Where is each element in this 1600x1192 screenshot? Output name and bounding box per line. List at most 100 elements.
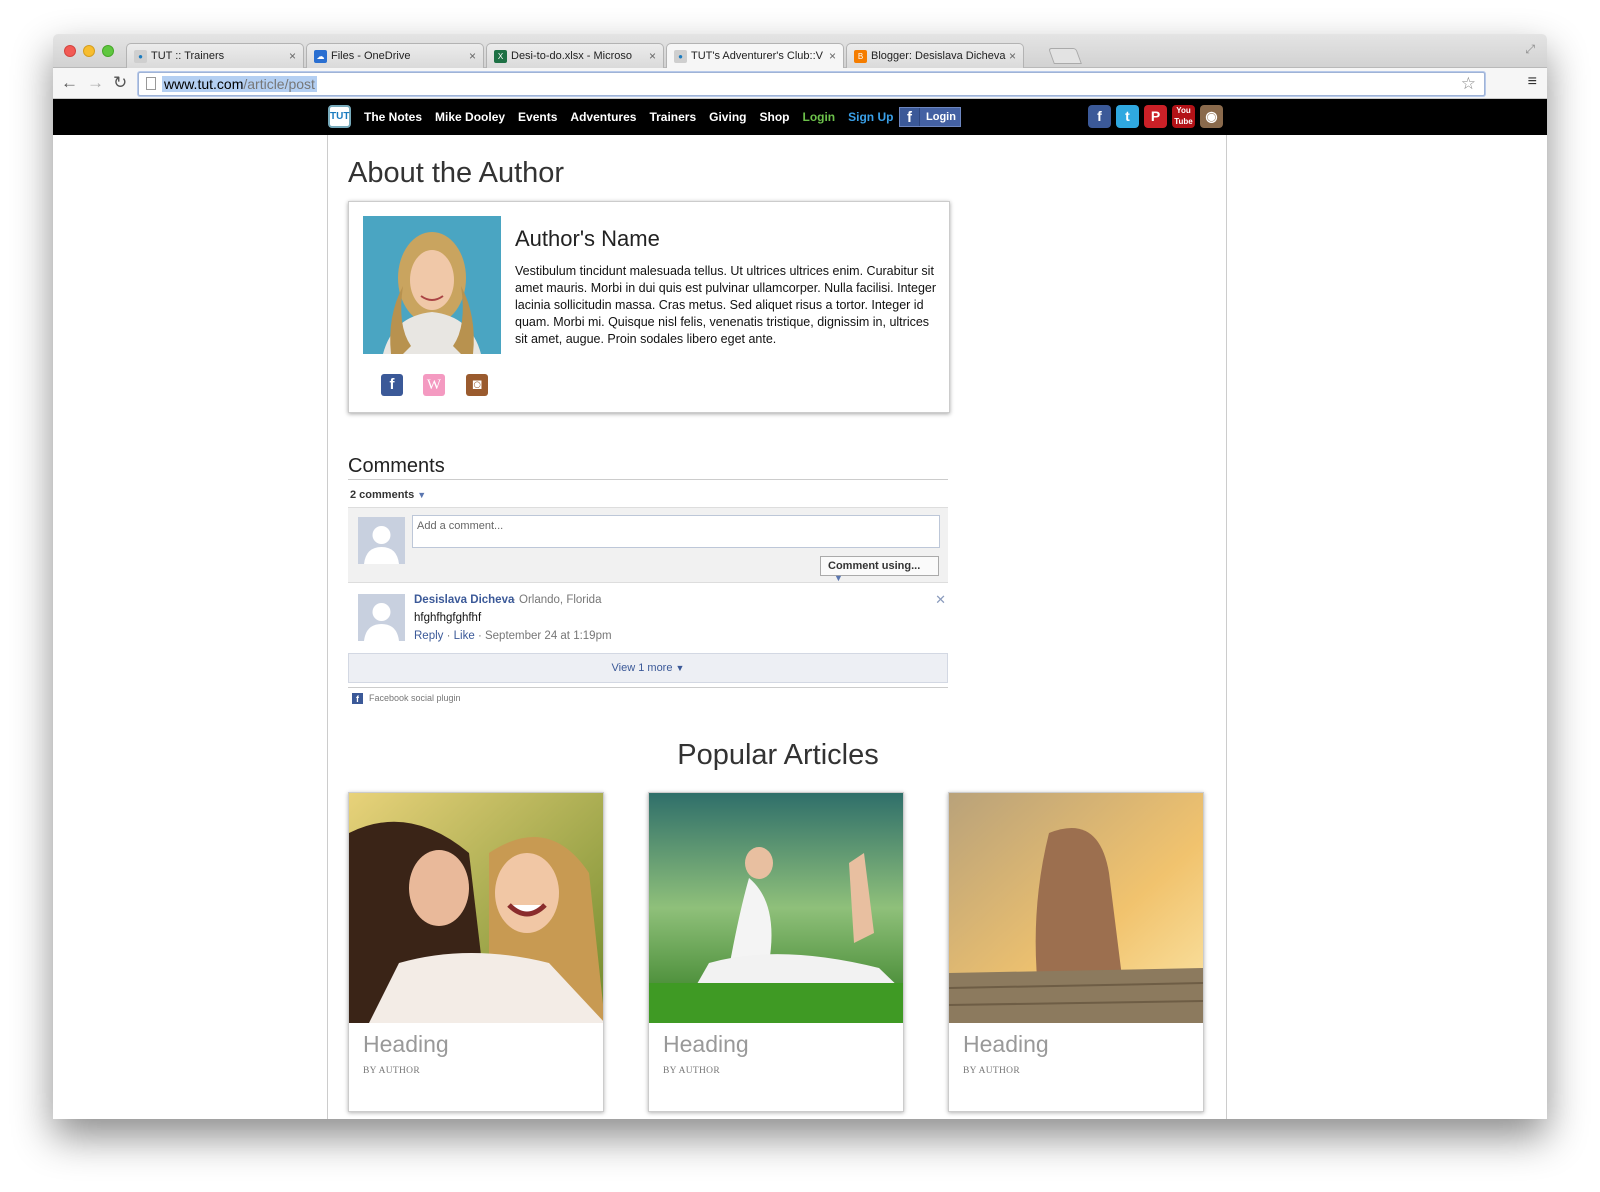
nav-events[interactable]: Events	[518, 110, 557, 124]
comment-text: hfghfhgfghfhf	[414, 612, 482, 624]
tab-close-icon[interactable]: ×	[829, 49, 836, 63]
view-more-button[interactable]: View 1 more ▼	[348, 653, 948, 683]
comments-count-label: 2 comments	[350, 489, 415, 501]
tab-close-icon[interactable]: ×	[289, 49, 296, 63]
nav-mike-dooley[interactable]: Mike Dooley	[435, 110, 505, 124]
like-link[interactable]: Like	[454, 630, 475, 642]
reload-icon[interactable]: ↻	[113, 73, 127, 93]
tab-strip: ● TUT :: Trainers × ☁ Files - OneDrive ×…	[53, 34, 1547, 69]
facebook-icon[interactable]: f	[1088, 105, 1111, 128]
instagram-icon[interactable]: ◉	[1200, 105, 1223, 128]
cloud-icon: ☁	[314, 50, 327, 63]
content-column: About the Author Author's Name Vestibulu…	[327, 135, 1227, 1119]
excel-icon: X	[494, 50, 507, 63]
divider	[348, 479, 948, 480]
back-arrow-icon[interactable]: ←	[61, 73, 78, 93]
tab-tut-trainers[interactable]: ● TUT :: Trainers ×	[126, 43, 304, 68]
divider	[348, 687, 948, 688]
instagram-icon[interactable]: ◙	[466, 374, 488, 396]
article-card[interactable]: Heading BY AUTHOR	[948, 792, 1204, 1112]
zoom-window-button[interactable]	[102, 45, 114, 57]
card-author: BY AUTHOR	[363, 1066, 420, 1076]
minimize-window-button[interactable]	[83, 45, 95, 57]
comment-meta: Reply · Like · September 24 at 1:19pm	[414, 630, 612, 642]
tab-label: Files - OneDrive	[331, 50, 411, 62]
facebook-icon: f	[352, 693, 363, 705]
tab-blogger[interactable]: B Blogger: Desislava Dicheva ×	[846, 43, 1024, 68]
nav-giving[interactable]: Giving	[709, 110, 746, 124]
facebook-social-plugin[interactable]: f Facebook social plugin	[352, 693, 461, 705]
comments-count-dropdown[interactable]: 2 comments ▼	[350, 489, 426, 501]
facebook-icon[interactable]: f	[381, 374, 403, 396]
nav-trainers[interactable]: Trainers	[649, 110, 696, 124]
comment-date: · September 24 at 1:19pm	[477, 630, 612, 642]
forward-arrow-icon[interactable]: →	[87, 73, 104, 93]
author-bio: Vestibulum tincidunt malesuada tellus. U…	[515, 264, 937, 346]
comment-compose: Add a comment... Comment using... ▼	[348, 507, 948, 583]
twitter-icon[interactable]: t	[1116, 105, 1139, 128]
pinterest-icon[interactable]: P	[1144, 105, 1167, 128]
nav-links: The Notes Mike Dooley Events Adventures …	[364, 110, 893, 124]
reply-link[interactable]: Reply	[414, 630, 443, 642]
facebook-login-button[interactable]: f Login	[899, 107, 961, 127]
menu-icon[interactable]: ≡	[1528, 73, 1537, 91]
nav-shop[interactable]: Shop	[759, 110, 789, 124]
card-author: BY AUTHOR	[663, 1066, 720, 1076]
url-host: www.tut.com	[164, 76, 244, 92]
card-heading[interactable]: Heading	[363, 1031, 449, 1058]
wordpress-icon[interactable]: W	[423, 374, 445, 396]
chevron-down-icon: ▼	[417, 490, 427, 500]
tab-favicon-icon: ●	[134, 50, 147, 63]
card-author: BY AUTHOR	[963, 1066, 1020, 1076]
tut-logo[interactable]: TUT	[328, 105, 351, 128]
browser-window: ● TUT :: Trainers × ☁ Files - OneDrive ×…	[53, 34, 1547, 1119]
blogger-icon: B	[854, 50, 867, 63]
url-text[interactable]: www.tut.com/article/post	[162, 76, 317, 92]
author-card: Author's Name Vestibulum tincidunt males…	[348, 201, 950, 413]
nav-sign-up[interactable]: Sign Up	[848, 110, 893, 124]
address-bar[interactable]: www.tut.com/article/post ☆	[138, 72, 1485, 96]
card-heading[interactable]: Heading	[663, 1031, 749, 1058]
comments-title: Comments	[348, 455, 445, 477]
comment-using-button[interactable]: Comment using... ▼	[820, 556, 939, 583]
tab-label: TUT's Adventurer's Club::V	[691, 50, 823, 62]
youtube-icon[interactable]: You Tube	[1172, 105, 1195, 128]
article-image	[649, 793, 903, 1023]
author-name: Author's Name	[515, 226, 660, 251]
card-heading[interactable]: Heading	[963, 1031, 1049, 1058]
page-icon	[146, 77, 156, 90]
comment-location: · Orlando, Florida	[512, 594, 602, 606]
facebook-login-label: Login	[926, 111, 956, 123]
avatar	[358, 517, 405, 564]
facebook-icon: f	[900, 108, 920, 126]
view-more-label: View 1 more	[611, 662, 673, 674]
article-image	[949, 793, 1203, 1023]
popular-articles-title: Popular Articles	[677, 739, 879, 771]
article-card[interactable]: Heading BY AUTHOR	[648, 792, 904, 1112]
tab-close-icon[interactable]: ×	[649, 49, 656, 63]
tab-favicon-icon: ●	[674, 50, 687, 63]
close-icon[interactable]: ✕	[935, 592, 946, 608]
article-card[interactable]: Heading BY AUTHOR	[348, 792, 604, 1112]
bookmark-star-icon[interactable]: ☆	[1461, 74, 1476, 94]
comment-input[interactable]: Add a comment...	[412, 515, 940, 548]
tab-adventurers-club[interactable]: ● TUT's Adventurer's Club::V ×	[666, 43, 844, 69]
new-tab-button[interactable]	[1048, 48, 1082, 64]
comment-author-link[interactable]: Desislava Dicheva	[414, 594, 514, 606]
nav-login[interactable]: Login	[802, 110, 835, 124]
chevron-down-icon: ▼	[675, 663, 685, 673]
nav-adventures[interactable]: Adventures	[570, 110, 636, 124]
about-title: About the Author	[348, 157, 565, 189]
tab-close-icon[interactable]: ×	[469, 49, 476, 63]
tab-onedrive[interactable]: ☁ Files - OneDrive ×	[306, 43, 484, 68]
tab-close-icon[interactable]: ×	[1009, 49, 1016, 63]
tab-excel[interactable]: X Desi-to-do.xlsx - Microso ×	[486, 43, 664, 68]
chevron-down-icon: ▼	[834, 573, 843, 583]
tab-label: Desi-to-do.xlsx - Microso	[511, 50, 633, 62]
comment-using-label: Comment using...	[828, 560, 921, 572]
browser-toolbar: ← → ↻ www.tut.com/article/post ☆ ≡	[53, 68, 1547, 99]
fullscreen-icon[interactable]: ⤢	[1525, 42, 1535, 57]
nav-the-notes[interactable]: The Notes	[364, 110, 422, 124]
close-window-button[interactable]	[64, 45, 76, 57]
avatar	[358, 594, 405, 641]
